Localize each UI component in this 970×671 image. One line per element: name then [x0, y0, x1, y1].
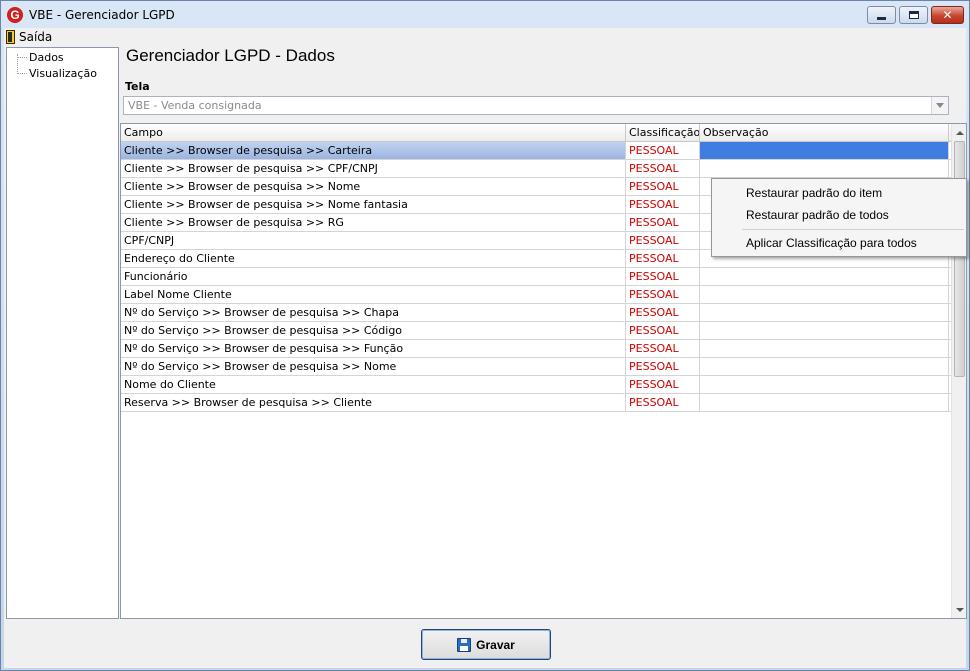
cell-classificacao[interactable]: PESSOAL [626, 196, 700, 213]
table-row[interactable]: Label Nome Cliente PESSOAL [121, 286, 951, 304]
cell-campo[interactable]: Endereço do Cliente [121, 250, 626, 267]
cell-observacao[interactable] [700, 358, 949, 375]
maximize-button[interactable] [899, 6, 928, 24]
navigation-tree: Dados Visualização [6, 47, 119, 619]
cell-campo[interactable]: Cliente >> Browser de pesquisa >> RG [121, 214, 626, 231]
cell-classificacao[interactable]: PESSOAL [626, 250, 700, 267]
cell-classificacao[interactable]: PESSOAL [626, 286, 700, 303]
table-row[interactable]: Nome do Cliente PESSOAL [121, 376, 951, 394]
table-row[interactable]: Cliente >> Browser de pesquisa >> Cartei… [121, 142, 951, 160]
tree-item-label: Dados [29, 50, 64, 64]
cell-campo[interactable]: Funcionário [121, 268, 626, 285]
menu-item-exit-label: Saída [19, 29, 53, 44]
cell-classificacao[interactable]: PESSOAL [626, 376, 700, 393]
cell-campo[interactable]: Cliente >> Browser de pesquisa >> Cartei… [121, 142, 626, 159]
scroll-up-button[interactable] [952, 125, 967, 140]
context-menu-restore-all[interactable]: Restaurar padrão de todos [746, 205, 889, 225]
column-header-campo[interactable]: Campo [121, 124, 626, 142]
context-menu-restore-item[interactable]: Restaurar padrão do item [746, 183, 882, 203]
close-icon: ✕ [942, 8, 953, 22]
maximize-icon [908, 11, 919, 19]
menu-item-exit[interactable]: Saída [4, 28, 52, 45]
cell-campo[interactable]: Nº do Serviço >> Browser de pesquisa >> … [121, 304, 626, 321]
table-row[interactable]: Funcionário PESSOAL [121, 268, 951, 286]
page-title: Gerenciador LGPD - Dados [126, 46, 335, 65]
column-header-classificacao[interactable]: Classificação [626, 124, 700, 142]
cell-classificacao[interactable]: PESSOAL [626, 142, 700, 159]
cell-campo[interactable]: Nº do Serviço >> Browser de pesquisa >> … [121, 322, 626, 339]
arrow-down-icon [955, 607, 964, 612]
cell-classificacao[interactable]: PESSOAL [626, 178, 700, 195]
cell-campo[interactable]: Nome do Cliente [121, 376, 626, 393]
window-title: VBE - Gerenciador LGPD [29, 8, 175, 22]
cell-classificacao[interactable]: PESSOAL [626, 322, 700, 339]
save-button-label: Gravar [476, 637, 515, 652]
scroll-down-button[interactable] [952, 602, 967, 617]
column-header-observacao[interactable]: Observação [700, 124, 949, 142]
screen-select[interactable]: VBE - Venda consignada [123, 96, 949, 115]
table-row[interactable]: Nº do Serviço >> Browser de pesquisa >> … [121, 304, 951, 322]
cell-campo[interactable]: Cliente >> Browser de pesquisa >> Nome [121, 178, 626, 195]
context-menu: Restaurar padrão do item Restaurar padrã… [711, 178, 967, 257]
tree-branch [17, 56, 27, 58]
context-menu-apply-classification-all[interactable]: Aplicar Classificação para todos [746, 233, 917, 253]
scrollbar-thumb[interactable] [954, 141, 965, 377]
save-button[interactable]: Gravar [421, 629, 551, 660]
floppy-disk-icon [457, 637, 472, 652]
table-row[interactable]: Nº do Serviço >> Browser de pesquisa >> … [121, 358, 951, 376]
arrow-up-icon [955, 130, 964, 135]
screen-label: Tela [125, 80, 150, 93]
cell-campo[interactable]: Nº do Serviço >> Browser de pesquisa >> … [121, 358, 626, 375]
table-row[interactable]: Cliente >> Browser de pesquisa >> CPF/CN… [121, 160, 951, 178]
context-menu-separator [742, 229, 964, 230]
minimize-button[interactable] [867, 6, 896, 24]
tree-item-label: Visualização [29, 66, 97, 80]
cell-campo[interactable]: Cliente >> Browser de pesquisa >> Nome f… [121, 196, 626, 213]
client-area: Saída Dados Visualização Gerenciador LGP… [4, 28, 967, 668]
table-row[interactable]: Nº do Serviço >> Browser de pesquisa >> … [121, 322, 951, 340]
exit-door-icon [6, 29, 15, 44]
cell-classificacao[interactable]: PESSOAL [626, 394, 700, 411]
cell-classificacao[interactable]: PESSOAL [626, 214, 700, 231]
cell-observacao[interactable] [700, 160, 949, 177]
title-bar[interactable]: G VBE - Gerenciador LGPD ✕ [1, 1, 969, 29]
cell-classificacao[interactable]: PESSOAL [626, 160, 700, 177]
cell-campo[interactable]: Nº do Serviço >> Browser de pesquisa >> … [121, 340, 626, 357]
table-row[interactable]: Reserva >> Browser de pesquisa >> Client… [121, 394, 951, 412]
cell-observacao[interactable] [700, 376, 949, 393]
cell-classificacao[interactable]: PESSOAL [626, 358, 700, 375]
cell-observacao[interactable] [700, 268, 949, 285]
table-row[interactable]: Nº do Serviço >> Browser de pesquisa >> … [121, 340, 951, 358]
cell-observacao[interactable] [700, 322, 949, 339]
cell-campo[interactable]: Cliente >> Browser de pesquisa >> CPF/CN… [121, 160, 626, 177]
cell-observacao[interactable] [700, 304, 949, 321]
grid-header: Campo Classificação Observação [121, 124, 951, 142]
close-button[interactable]: ✕ [931, 6, 964, 24]
cell-observacao[interactable] [700, 142, 949, 159]
cell-campo[interactable]: Label Nome Cliente [121, 286, 626, 303]
screen-select-dropdown-button[interactable] [931, 97, 948, 114]
screen-select-value: VBE - Venda consignada [128, 99, 262, 112]
cell-campo[interactable]: Reserva >> Browser de pesquisa >> Client… [121, 394, 626, 411]
tree-item-dados[interactable]: Dados [7, 49, 64, 65]
cell-classificacao[interactable]: PESSOAL [626, 268, 700, 285]
cell-campo[interactable]: CPF/CNPJ [121, 232, 626, 249]
cell-observacao[interactable] [700, 394, 949, 411]
cell-observacao[interactable] [700, 340, 949, 357]
minimize-icon [877, 16, 886, 20]
cell-classificacao[interactable]: PESSOAL [626, 304, 700, 321]
app-logo-icon: G [7, 7, 23, 23]
tree-item-visualizacao[interactable]: Visualização [7, 65, 97, 81]
cell-classificacao[interactable]: PESSOAL [626, 232, 700, 249]
menu-bar: Saída [4, 28, 966, 45]
cell-observacao[interactable] [700, 286, 949, 303]
app-window: G VBE - Gerenciador LGPD ✕ Saída Dados V… [0, 0, 970, 671]
tree-branch [17, 72, 27, 74]
chevron-down-icon [936, 103, 944, 108]
cell-classificacao[interactable]: PESSOAL [626, 340, 700, 357]
